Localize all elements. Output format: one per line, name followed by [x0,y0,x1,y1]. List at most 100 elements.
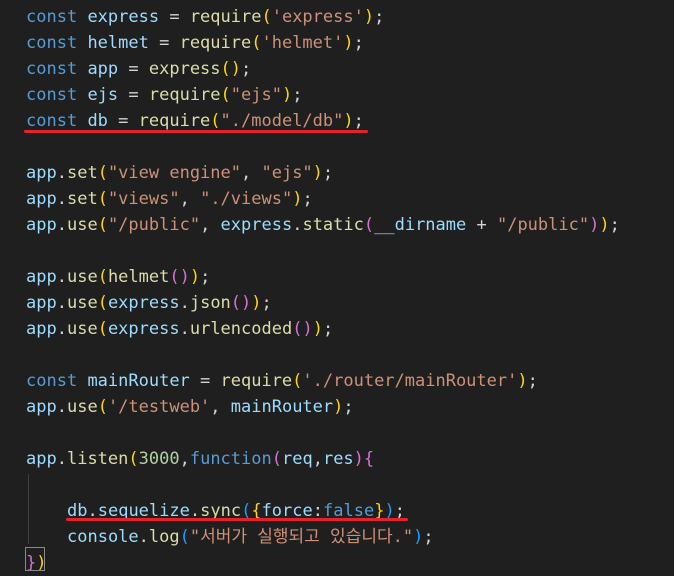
code-token: ) [517,371,528,391]
code-token: ( [179,527,190,547]
code-token: __dirname [374,215,467,235]
code-token: json [189,293,231,313]
code-token: app [26,449,57,469]
code-token: app [26,267,57,287]
code-token: listen [66,449,129,469]
code-token: . [56,189,67,209]
code-token: . [56,267,67,287]
code-token: use [66,215,98,235]
code-token: 'express' [271,7,364,27]
code-token: ( [210,111,221,131]
code-token: ; [261,293,272,313]
code-token: require [179,33,252,53]
code-token: require [138,111,211,131]
code-token: ejs [87,85,119,105]
code-token: const [26,85,78,105]
code-token: ) [599,215,610,235]
code-token: urlencoded [189,319,293,339]
code-token: function [189,449,272,469]
code-line-text: const mainRouter = require('./router/mai… [26,368,538,394]
code-token: ) [281,85,293,105]
code-line-text: app.set("view engine", "ejs"); [26,160,333,186]
code-token: log [148,527,180,547]
code-token: use [66,293,98,313]
code-token: use [66,397,98,417]
code-token: ( [363,215,375,235]
code-token: () [220,59,242,79]
code-token: ; [200,267,211,287]
code-token: . [56,449,67,469]
code-token: + [466,215,497,235]
code-token: = [107,111,139,131]
code-token: = [148,33,180,53]
code-line-text: app.use('/testweb', mainRouter); [26,394,354,420]
code-token: ( [220,85,231,105]
code-token: app [26,189,57,209]
code-token: ( [97,397,108,417]
code-token: ; [609,215,620,235]
code-token: ; [343,397,354,417]
code-token: static [302,215,364,235]
code-token: express [148,59,221,79]
code-line-text: app.use(express.json()); [26,290,272,316]
code-token: "ejs" [261,163,313,183]
code-token: '/testweb' [107,397,211,417]
code-token: app [87,59,119,79]
code-token: express [220,215,293,235]
code-token: "ejs" [230,85,282,105]
code-token: ( [97,293,108,313]
code-line-text: app.use("/public", express.static(__dirn… [26,212,620,238]
code-token: req [281,449,313,469]
code-token: ; [241,59,252,79]
code-token: "서버가 실행되고 있습니다." [189,527,414,547]
code-token: ) [312,319,323,339]
code-token: "view engine" [107,163,241,183]
code-token: ) [292,189,303,209]
code-token: ( [251,33,262,53]
code-token: mainRouter [87,371,190,391]
code-token: require [189,7,262,27]
code-token: = [118,59,149,79]
code-token: () [230,293,252,313]
code-token: , [241,163,262,183]
code-token: ( [97,267,108,287]
code-editor[interactable]: const express = require('express'); const… [0,0,674,575]
code-token: const [26,111,78,131]
code-token: const [26,371,78,391]
code-token: . [179,319,190,339]
code-token: helmet [87,33,149,53]
code-token: use [66,267,98,287]
code-token: require [220,371,293,391]
code-line-text: const express = require('express'); [26,4,384,30]
code-token: ; [322,163,334,183]
code-token: ) [333,397,344,417]
code-token: express [87,7,160,27]
code-token: const [26,33,78,53]
code-token: ; [374,7,385,27]
code-token: db [87,111,108,131]
code-token: ; [353,33,364,53]
code-token: ; [527,371,538,391]
code-token: . [56,293,67,313]
code-token: "./model/db" [220,111,344,131]
code-line-text: const helmet = require('helmet'); [26,30,364,56]
code-token: () [292,319,313,339]
code-token: app [26,397,57,417]
code-token: ( [292,371,303,391]
code-token: { [363,449,375,469]
code-token: app [26,163,57,183]
code-line-text: console.log("서버가 실행되고 있습니다."); [67,524,434,550]
code-token: "./views" [200,189,293,209]
code-token: "/public" [496,215,590,235]
code-token: ( [271,449,282,469]
code-token: . [292,215,303,235]
code-token: express [107,293,180,313]
code-token: () [169,267,190,287]
code-token: './router/mainRouter' [302,371,518,391]
